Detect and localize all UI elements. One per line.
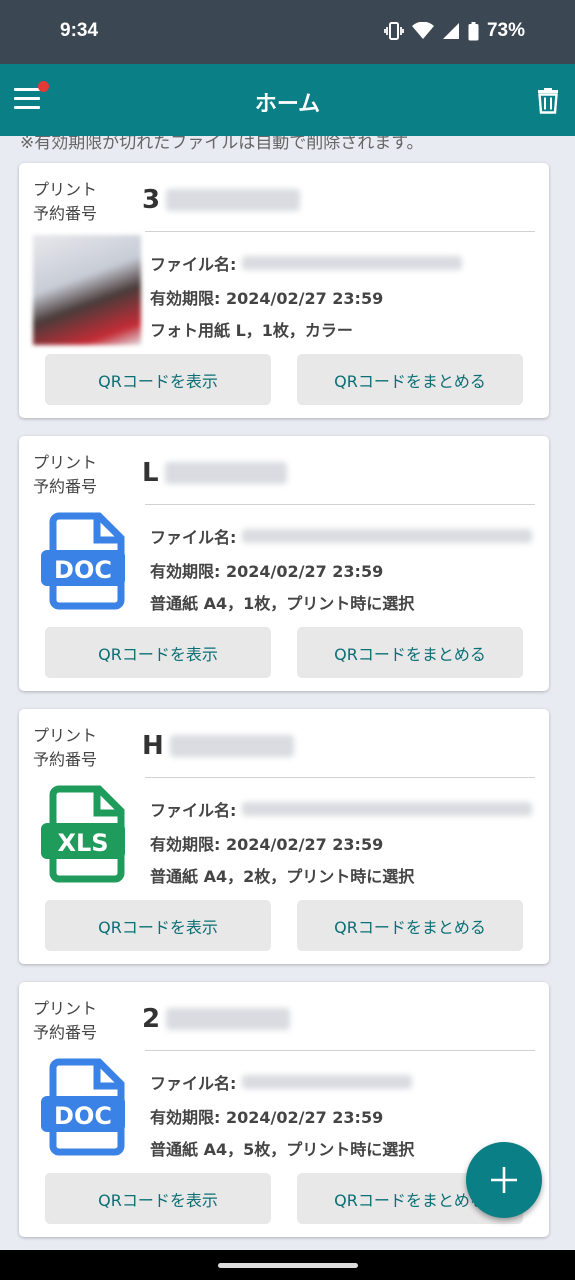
print-spec: 普通紙 A4，1枚，プリント時に選択 <box>150 594 415 613</box>
print-spec: 普通紙 A4，5枚，プリント時に選択 <box>150 1140 415 1159</box>
expiry-date: 有効期限: 2024/02/27 23:59 <box>150 289 384 308</box>
filename: ファイル名: <box>150 797 533 821</box>
expiry-date: 有効期限: 2024/02/27 23:59 <box>150 562 384 581</box>
add-button[interactable] <box>466 1142 542 1218</box>
xls-file-icon: XLS <box>33 781 141 891</box>
status-bar: 9:34 73% <box>0 0 575 64</box>
page-title: ホーム <box>254 92 321 117</box>
reservation-number-label: プリント 予約番号 <box>33 999 98 1042</box>
doc-file-icon: DOC <box>33 1054 141 1164</box>
show-qr-button[interactable]: QRコードを表示 <box>45 900 271 951</box>
notification-dot <box>38 81 49 92</box>
svg-text:DOC: DOC <box>54 556 112 584</box>
reservation-card: プリント 予約番号 H XLS ファイル名: 有効期限: 2024/02/27 2… <box>19 709 549 964</box>
show-qr-button[interactable]: QRコードを表示 <box>45 627 271 678</box>
app-bar: ホーム <box>0 64 575 136</box>
combine-qr-button[interactable]: QRコードをまとめる <box>297 354 523 405</box>
combine-qr-button[interactable]: QRコードをまとめる <box>297 627 523 678</box>
print-spec: 普通紙 A4，2枚，プリント時に選択 <box>150 867 415 886</box>
status-icons: 73% <box>384 20 525 42</box>
reservation-number: 3 <box>142 185 301 215</box>
reservation-list: ※有効期限が切れたファイルは自動で削除されます。 プリント 予約番号 3 ファイル… <box>0 136 575 1250</box>
reservation-number: H <box>142 731 294 761</box>
show-qr-button[interactable]: QRコードを表示 <box>45 354 271 405</box>
svg-text:DOC: DOC <box>54 1102 112 1130</box>
plus-icon <box>491 1167 517 1193</box>
print-spec: フォト用紙 L，1枚，カラー <box>150 321 353 340</box>
filename: ファイル名: <box>150 524 533 548</box>
trash-icon[interactable] <box>537 86 559 114</box>
filename: ファイル名: <box>150 251 463 275</box>
reservation-number-label: プリント 予約番号 <box>33 453 98 496</box>
reservation-number-label: プリント 予約番号 <box>33 180 98 223</box>
svg-text:XLS: XLS <box>57 829 108 857</box>
filename: ファイル名: <box>150 1070 413 1094</box>
expiry-date: 有効期限: 2024/02/27 23:59 <box>150 835 384 854</box>
reservation-number: L <box>142 458 287 488</box>
reservation-number-label: プリント 予約番号 <box>33 726 98 769</box>
doc-file-icon: DOC <box>33 508 141 618</box>
photo-thumbnail <box>33 235 141 345</box>
status-time: 9:34 <box>60 20 99 41</box>
battery-percent: 73% <box>486 20 525 41</box>
combine-qr-button[interactable]: QRコードをまとめる <box>297 900 523 951</box>
show-qr-button[interactable]: QRコードを表示 <box>45 1173 271 1224</box>
expiry-date: 有効期限: 2024/02/27 23:59 <box>150 1108 384 1127</box>
home-gesture-handle[interactable] <box>218 1263 358 1268</box>
battery-icon <box>468 21 479 40</box>
expiry-notice: ※有効期限が切れたファイルは自動で削除されます。 <box>20 136 424 153</box>
reservation-number: 2 <box>142 1004 291 1034</box>
reservation-card: プリント 予約番号 L DOC ファイル名: 有効期限: 2024/02/27 2… <box>19 436 549 691</box>
vibrate-icon <box>384 22 404 40</box>
signal-icon <box>442 23 459 39</box>
reservation-card: プリント 予約番号 2 DOC ファイル名: 有効期限: 2024/02/27 2… <box>19 982 549 1237</box>
reservation-card: プリント 予約番号 3 ファイル名: 有効期限: 2024/02/27 23:59… <box>19 163 549 418</box>
wifi-icon <box>411 22 434 39</box>
